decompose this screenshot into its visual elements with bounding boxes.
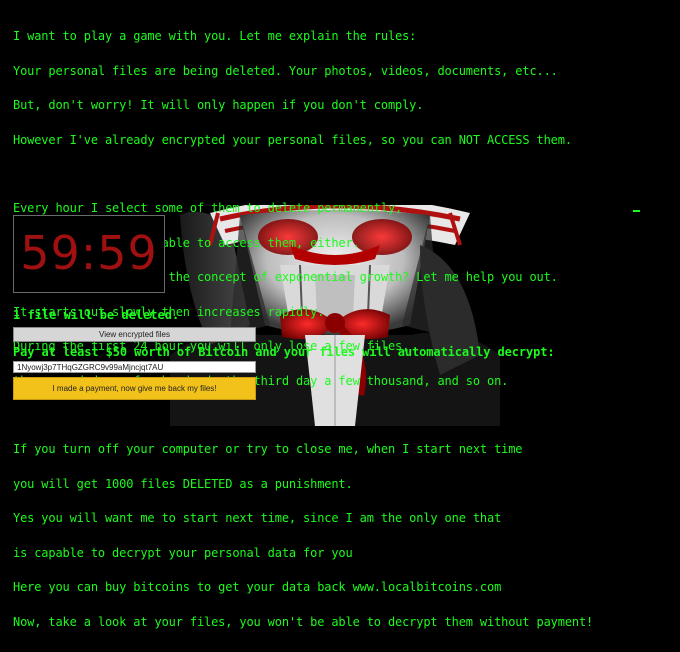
text-cursor	[633, 210, 640, 212]
countdown-timer-box: 59:59	[13, 215, 165, 293]
ransomware-window: I want to play a game with you. Let me e…	[0, 0, 680, 627]
message-line: Your personal files are being deleted. Y…	[13, 63, 558, 78]
countdown-timer: 59:59	[20, 226, 158, 280]
message-line: Every hour I select some of them to dele…	[13, 201, 403, 215]
message-line: is capable to decrypt your personal data…	[13, 545, 353, 560]
message-line: But, don't worry! It will only happen if…	[13, 98, 424, 112]
message-line: Yes you will want me to start next time,…	[13, 511, 502, 525]
message-line: I want to play a game with you. Let me e…	[13, 29, 417, 43]
message-line: However I've already encrypted your pers…	[13, 132, 572, 147]
payment-made-button[interactable]: I made a payment, now give me back my fi…	[13, 377, 256, 400]
message-line: Here you can buy bitcoins to get your da…	[13, 580, 502, 594]
message-line: Now, take a look at your files, you won'…	[13, 614, 594, 629]
files-deleted-status: 1 file will be deleted.	[13, 308, 180, 322]
message-line: you will get 1000 files DELETED as a pun…	[13, 476, 353, 491]
view-encrypted-files-button[interactable]: View encrypted files	[13, 327, 256, 342]
message-line: If you turn off your computer or try to …	[13, 442, 523, 456]
payment-instruction: Pay at least $50 worth of Bitcoin and yo…	[13, 345, 555, 359]
bitcoin-address-field[interactable]	[13, 361, 256, 373]
